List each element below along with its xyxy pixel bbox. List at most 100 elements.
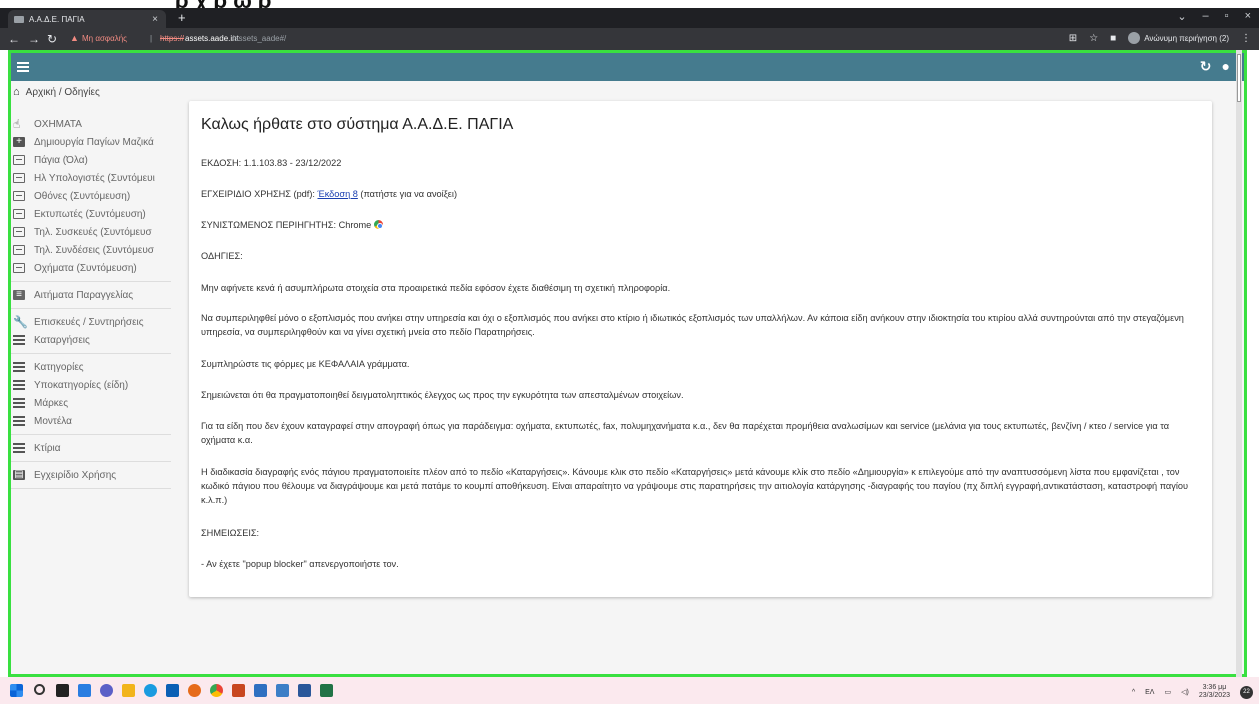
list-icon <box>13 245 25 255</box>
sidebar-item-buildings[interactable]: Κτίρια <box>11 439 183 457</box>
lines-icon <box>13 380 25 390</box>
url-separator: | <box>150 34 153 43</box>
lines-icon <box>13 398 25 408</box>
sidebar-item-label: Εγχειρίδιο Χρήσης <box>34 469 117 481</box>
page-scrollbar[interactable] <box>1236 50 1242 677</box>
sidebar-item-label: Τηλ. Συσκευές (Συντόμευσ <box>34 226 152 238</box>
sidebar-item-bulk-create[interactable]: + Δημιουργία Παγίων Μαζικά <box>11 133 183 151</box>
request-icon: ≡ <box>13 290 25 300</box>
breadcrumb-text[interactable]: Αρχική / Οδηγίες <box>26 87 100 98</box>
chat-icon[interactable] <box>100 684 113 697</box>
sidebar-item-manual[interactable]: ▤ Εγχειρίδιο Χρήσης <box>11 466 183 484</box>
refresh-icon[interactable]: ↻ <box>1200 58 1212 75</box>
translate-icon[interactable]: ⊞ <box>1069 33 1077 44</box>
powerpoint-icon[interactable] <box>232 684 245 697</box>
sidebar-item-vehicles[interactable]: ☝ ΟΧΗΜΑΤΑ <box>11 115 183 133</box>
lines-icon <box>13 362 25 372</box>
edge-icon[interactable] <box>144 684 157 697</box>
sidebar-item-printers[interactable]: Εκτυπωτές (Συντόμευση) <box>11 205 183 223</box>
search-icon[interactable] <box>34 684 45 695</box>
list-icon <box>13 155 25 165</box>
back-arrow-icon[interactable]: ← <box>8 32 20 46</box>
incognito-profile[interactable]: Ανώνυμη περιήγηση (2) <box>1128 32 1229 44</box>
new-tab-button[interactable]: + <box>178 10 186 25</box>
sidebar-item-label: Εκτυπωτές (Συντόμευση) <box>34 208 146 220</box>
task-view-icon[interactable] <box>56 684 69 697</box>
sidebar-item-order-requests[interactable]: ≡ Αιτήματα Παραγγελίας <box>11 286 183 304</box>
sidebar-item-monitors[interactable]: Οθόνες (Συντόμευση) <box>11 187 183 205</box>
lines-icon <box>13 416 25 426</box>
chrome-taskbar-icon[interactable] <box>210 684 223 697</box>
firefox-icon[interactable] <box>188 684 201 697</box>
close-window-button[interactable]: × <box>1245 10 1251 23</box>
hamburger-menu-icon[interactable] <box>17 62 29 72</box>
windows-start-icon[interactable] <box>10 684 23 697</box>
sidebar-item-subcategories[interactable]: Υποκατηγορίες (είδη) <box>11 376 183 394</box>
notification-badge[interactable]: 22 <box>1240 685 1253 699</box>
app-icon[interactable] <box>276 684 289 697</box>
home-icon[interactable]: ⌂ <box>13 86 20 98</box>
url-host[interactable]: assets.aade.int <box>185 34 239 43</box>
list-icon <box>13 191 25 201</box>
store-icon[interactable] <box>166 684 179 697</box>
sidebar-item-computers[interactable]: Ηλ Υπολογιστές (Συντόμευι <box>11 169 183 187</box>
sidebar-item-phone-lines[interactable]: Τηλ. Συνδέσεις (Συντόμευσ <box>11 241 183 259</box>
sidebar-item-repairs[interactable]: 🔧 Επισκευές / Συντηρήσεις <box>11 313 183 331</box>
network-icon[interactable]: ▭ <box>1165 688 1172 696</box>
calculator-icon[interactable] <box>254 684 267 697</box>
excel-icon[interactable] <box>320 684 333 697</box>
word-icon[interactable] <box>298 684 311 697</box>
volume-icon[interactable]: ◁) <box>1181 688 1189 696</box>
page-title: Καλως ήρθατε στο σύστημα Α.Α.Δ.Ε. ΠΑΓΙΑ <box>201 116 514 133</box>
reload-icon[interactable]: ↻ <box>47 32 57 46</box>
sidebar-divider <box>11 488 171 489</box>
file-explorer-icon[interactable] <box>122 684 135 697</box>
sidebar-item-label: ΟΧΗΜΑΤΑ <box>34 118 82 130</box>
manual-line: ΕΓΧΕΙΡΙΔΙΟ ΧΡΗΣΗΣ (pdf): Έκδοση 8 (πατήσ… <box>201 187 1201 201</box>
language-indicator[interactable]: ΕΛ <box>1145 689 1154 696</box>
sidebar-item-vehicles-shortcut[interactable]: Οχήματα (Συντόμευση) <box>11 259 183 277</box>
url-scheme[interactable]: https:// <box>160 34 184 43</box>
add-box-icon: + <box>13 137 25 147</box>
widgets-icon[interactable] <box>78 684 91 697</box>
instructions-heading: ΟΔΗΓΙΕΣ: <box>201 251 243 261</box>
note-popup-blocker: - Αν έχετε "popup blocker" απενεργοποιήσ… <box>201 559 399 569</box>
app-toolbar: ↻ ● <box>11 53 1244 81</box>
cropped-header-strip: ρ χ ρ ω ρ <box>0 0 1259 8</box>
browser-recommendation: ΣΥΝΙΣΤΩΜΕΝΟΣ ΠΕΡΙΗΓΗΤΗΣ: Chrome <box>201 218 1201 232</box>
sidebar-item-models[interactable]: Μοντέλα <box>11 412 183 430</box>
maximize-button[interactable]: ▫ <box>1225 10 1229 23</box>
side-panel-icon[interactable]: ■ <box>1110 33 1116 44</box>
tab-close-icon[interactable]: × <box>152 14 158 25</box>
url-path[interactable]: /assets_aade#/ <box>232 34 286 43</box>
chevron-up-icon[interactable]: ^ <box>1132 689 1135 696</box>
browser-menu-icon[interactable]: ⋮ <box>1241 33 1251 44</box>
sidebar-divider <box>11 281 171 282</box>
bookmark-star-icon[interactable]: ☆ <box>1089 33 1098 44</box>
sidebar-item-brands[interactable]: Μάρκες <box>11 394 183 412</box>
browser-tab[interactable]: Α.Α.Δ.Ε. ΠΑΓΙΑ × <box>8 10 166 28</box>
sidebar-item-label: Επισκευές / Συντηρήσεις <box>34 316 144 328</box>
sidebar-item-categories[interactable]: Κατηγορίες <box>11 358 183 376</box>
account-icon[interactable]: ● <box>1222 58 1230 75</box>
instruction-paragraph-4: Σημειώνεται ότι θα πραγματοποιηθεί δειγμ… <box>201 390 684 400</box>
clock[interactable]: 3:36 μμ 23/3/2023 <box>1199 684 1230 700</box>
list-icon <box>13 173 25 183</box>
favicon-icon <box>14 15 24 23</box>
sidebar-item-phone-devices[interactable]: Τηλ. Συσκευές (Συντόμευσ <box>11 223 183 241</box>
manual-link[interactable]: Έκδοση 8 <box>318 189 358 199</box>
sidebar-divider <box>11 353 171 354</box>
minimize-button[interactable]: – <box>1203 10 1209 23</box>
insecure-label[interactable]: Μη ασφαλής <box>82 34 127 43</box>
scrollbar-thumb[interactable] <box>1237 54 1241 102</box>
forward-arrow-icon[interactable]: → <box>28 32 40 46</box>
sidebar-item-label: Πάγια (Όλα) <box>34 154 88 166</box>
sidebar-item-label: Ηλ Υπολογιστές (Συντόμευι <box>34 172 155 184</box>
sidebar-item-label: Μάρκες <box>34 397 69 409</box>
sidebar-item-assets-all[interactable]: Πάγια (Όλα) <box>11 151 183 169</box>
sidebar-item-decommissions[interactable]: Καταργήσεις <box>11 331 183 349</box>
tab-search-icon[interactable]: ⌄ <box>1177 10 1186 23</box>
incognito-avatar-icon <box>1128 32 1141 44</box>
instruction-paragraph-1: Μην αφήνετε κενά ή ασυμπλήρωτα στοιχεία … <box>201 283 671 293</box>
warning-icon[interactable]: ▲ <box>70 33 79 43</box>
